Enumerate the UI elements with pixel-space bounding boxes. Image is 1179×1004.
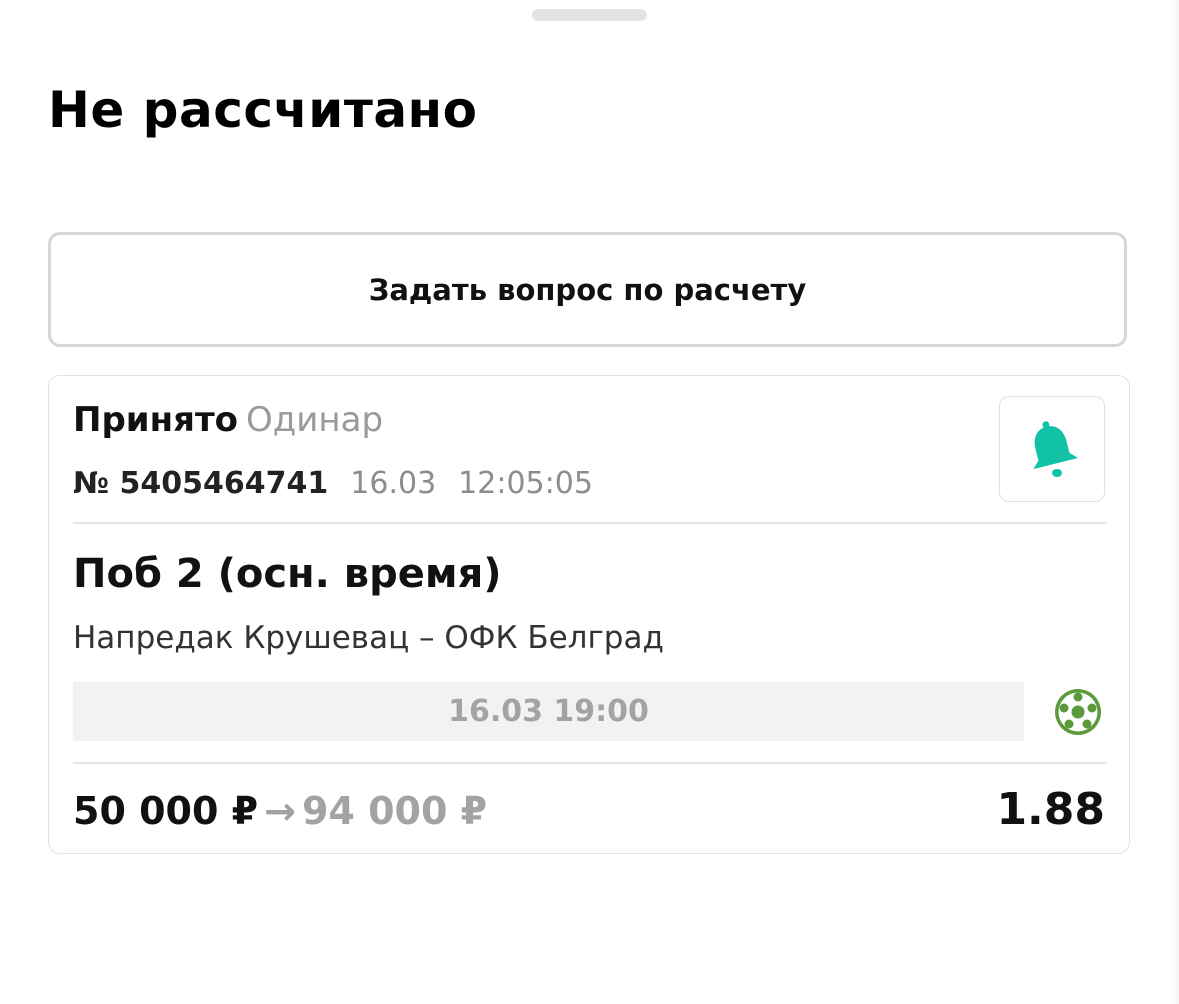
ask-question-button[interactable]: Задать вопрос по расчету: [48, 232, 1127, 347]
card-divider: [73, 762, 1107, 764]
potential-payout: 94 000 ₽: [301, 789, 488, 833]
bet-date: 16.03: [350, 466, 437, 501]
stake-line: 50 000 ₽ → 94 000 ₽: [73, 786, 487, 836]
sheet-grabber-handle[interactable]: [532, 9, 647, 21]
bet-status: Принято: [73, 400, 239, 440]
notification-button[interactable]: [999, 396, 1105, 502]
bet-type: Одинар: [246, 400, 384, 440]
page-title: Не рассчитано: [48, 81, 478, 139]
bell-icon: [1033, 421, 1078, 477]
bet-number: № 5405464741: [73, 466, 329, 501]
match-teams[interactable]: Напредак Крушевац – ОФК Белград: [73, 618, 664, 658]
card-divider: [73, 522, 1107, 524]
sheet-edge-shadow: [1169, 0, 1179, 1004]
bet-coefficient: 1.88: [996, 784, 1105, 835]
stake-amount: 50 000 ₽: [73, 789, 259, 833]
arrow-right-icon: →: [264, 789, 296, 833]
bet-time: 12:05:05: [458, 466, 593, 501]
bet-outcome: Поб 2 (осн. время): [73, 551, 502, 597]
bet-status-line: Принято Одинар: [73, 398, 383, 442]
bet-details-sheet: Не рассчитано Задать вопрос по расчету П…: [0, 0, 1179, 1004]
bet-meta-line: № 5405464741 16.03 12:05:05: [73, 464, 593, 504]
bet-card: Принято Одинар № 5405464741 16.03 12:05:05 …: [48, 375, 1130, 854]
event-start-time: 16.03 19:00: [73, 682, 1024, 741]
football-icon: [1055, 689, 1101, 735]
